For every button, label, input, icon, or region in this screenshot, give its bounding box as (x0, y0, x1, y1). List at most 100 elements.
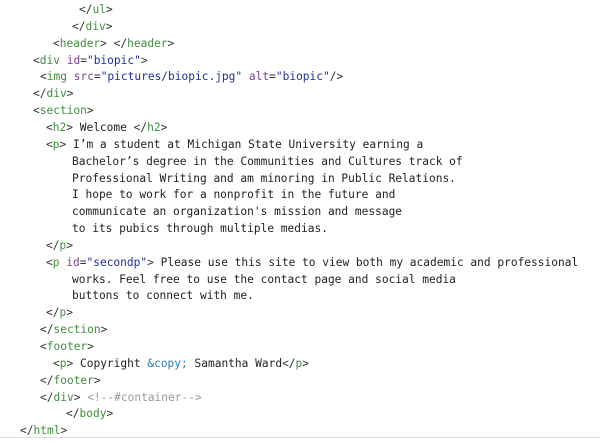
code-punctuation: < (40, 70, 47, 84)
code-punctuation: </ (46, 238, 60, 252)
code-string: "secondp" (86, 255, 148, 269)
code-line: </p> (46, 304, 73, 321)
code-line: to its pubics through multiple medias. (72, 220, 328, 237)
code-tag-name: div (53, 390, 74, 404)
code-line: <section> (33, 102, 94, 119)
code-tag-name: div (85, 19, 106, 33)
code-punctuation: /> (329, 70, 344, 84)
code-tag-name: div (46, 87, 67, 101)
code-punctuation: > (140, 53, 148, 67)
code-line: </div> <!--#container--> (40, 389, 202, 406)
code-punctuation: </ (33, 87, 47, 101)
code-line: Bachelor’s degree in the Communities and… (72, 153, 463, 170)
code-line: </p> (46, 237, 73, 254)
code-tag-name: section (39, 104, 87, 118)
code-punctuation: </ (40, 390, 54, 404)
code-line: <h2> Welcome </h2> (46, 119, 167, 136)
code-punctuation: </ (40, 323, 54, 337)
code-punctuation: > (93, 373, 101, 387)
code-attribute: src (73, 70, 94, 84)
code-string: "biopic" (275, 70, 330, 84)
code-punctuation: </ (46, 306, 60, 320)
code-punctuation: < (46, 137, 53, 151)
code-punctuation: </ (66, 407, 80, 421)
code-line: <p id="secondp"> Please use this site to… (46, 254, 578, 271)
code-string: "biopic" (86, 53, 141, 67)
code-punctuation: > (66, 120, 73, 134)
code-punctuation: < (46, 255, 53, 269)
code-line: buttons to connect with me. (72, 287, 254, 304)
code-line: communicate an organization's mission an… (72, 203, 402, 220)
code-punctuation: > (100, 323, 108, 337)
code-line: </body> (66, 405, 113, 422)
bottom-divider (0, 437, 600, 438)
code-comment: <!--#container--> (87, 390, 202, 404)
code-tag-name: p (59, 356, 67, 370)
code-punctuation: < (53, 36, 60, 50)
code-line: </footer> (40, 372, 101, 389)
code-string: "pictures/biopic.jpg" (100, 70, 243, 84)
code-punctuation: > (87, 340, 94, 353)
code-punctuation: > (86, 104, 94, 118)
code-tag-name: img (46, 70, 67, 84)
code-tag-name: html (33, 424, 61, 438)
code-punctuation: < (46, 120, 53, 134)
code-punctuation: > (66, 306, 73, 320)
code-punctuation: </ (20, 424, 34, 438)
code-line: <div id="biopic"> (33, 52, 148, 69)
code-punctuation: > (160, 120, 168, 134)
code-tag-name: header (59, 36, 101, 50)
code-attribute: id (66, 255, 80, 269)
code-tag-name: ul (92, 3, 106, 16)
code-line: </div> (72, 18, 112, 35)
code-line: </div> (33, 85, 73, 102)
code-line: I hope to work for a nonprofit in the fu… (72, 186, 395, 203)
code-punctuation: > (167, 36, 175, 50)
code-tag-name: body (79, 407, 107, 421)
code-text: Copyright (73, 356, 148, 370)
code-punctuation: > (60, 424, 68, 438)
code-punctuation: > (66, 87, 74, 101)
code-text: Please use this site to view both my aca… (153, 255, 579, 269)
code-line: <p> I’m a student at Michigan State Univ… (46, 136, 423, 153)
code-punctuation: > (106, 407, 114, 421)
code-text: communicate an organization's mission an… (72, 205, 403, 219)
code-text: Welcome (72, 120, 134, 134)
code-text: I hope to work for a nonprofit in the fu… (72, 188, 396, 202)
code-tag-name: footer (46, 340, 88, 353)
code-text: buttons to connect with me. (72, 289, 254, 303)
code-punctuation: </ (40, 373, 54, 387)
code-tag-name: h2 (52, 120, 67, 134)
code-punctuation: < (53, 356, 60, 370)
code-line: </ul> (79, 1, 113, 18)
code-punctuation: > (302, 356, 310, 370)
code-attribute: id (66, 53, 81, 67)
code-line: <p> Copyright &copy; Samantha Ward</p> (53, 355, 309, 372)
code-entity: &copy; (147, 356, 188, 370)
code-line: <img src="pictures/biopic.jpg" alt="biop… (40, 68, 343, 85)
code-punctuation: > (66, 238, 73, 252)
code-tag-name: footer (53, 373, 94, 387)
code-punctuation: > (105, 3, 113, 16)
code-tag-name: header (127, 36, 168, 50)
code-punctuation: > (147, 255, 154, 269)
code-text: I’m a student at Michigan State Universi… (66, 137, 424, 151)
code-punctuation: </ (72, 19, 86, 33)
code-text: works. Feel free to use the contact page… (72, 272, 456, 286)
code-line: <footer> (40, 338, 94, 355)
code-text: Bachelor’s degree in the Communities and… (72, 154, 463, 168)
code-tag-name: h2 (147, 120, 161, 134)
code-punctuation: = (93, 70, 101, 84)
code-tag-name: section (53, 323, 101, 337)
code-text: to its pubics through multiple medias. (72, 222, 328, 236)
code-line: </section> (40, 321, 107, 338)
code-line: Professional Writing and am minoring in … (72, 170, 456, 187)
code-tag-name: div (39, 53, 60, 67)
code-line: <header> </header> (53, 35, 174, 52)
code-punctuation: < (40, 340, 47, 353)
code-text: Samantha Ward (187, 356, 283, 370)
code-punctuation: </ (282, 356, 296, 370)
code-punctuation: > (105, 19, 113, 33)
code-punctuation: = (80, 53, 87, 67)
